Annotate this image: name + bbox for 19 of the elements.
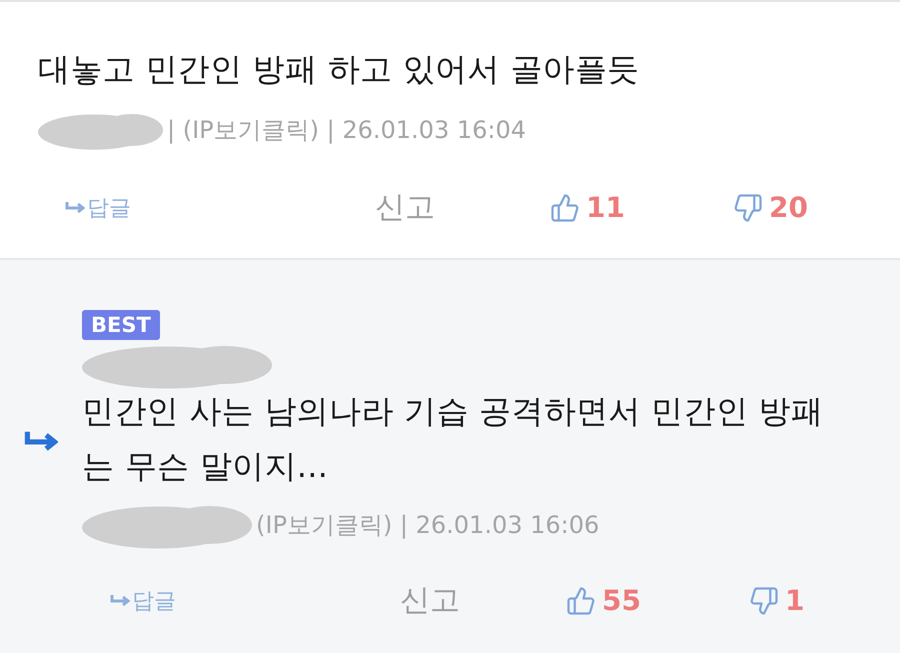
report-button[interactable]: 신고 xyxy=(375,187,435,228)
comment-text: 대놓고 민간인 방패 하고 있어서 골아플듯 xyxy=(38,49,640,90)
report-button[interactable]: 신고 xyxy=(400,580,460,621)
comment-meta: | (IP보기클릭) | 26.01.03 16:04 xyxy=(167,115,526,146)
reply-arrow-icon xyxy=(65,200,85,214)
reply-arrow-icon xyxy=(110,594,130,608)
thumbs-down-icon xyxy=(749,586,779,616)
dislike-button[interactable]: 1 xyxy=(749,584,900,617)
thumbs-up-icon xyxy=(566,586,596,616)
reply-button[interactable]: 답글 xyxy=(110,586,400,616)
reply-button[interactable]: 답글 xyxy=(65,192,375,222)
thumbs-down-icon xyxy=(733,192,763,222)
like-button[interactable]: 11 xyxy=(550,191,733,224)
comment-meta: (IP보기클릭) | 26.01.03 16:06 xyxy=(256,510,600,541)
comment-text: 민간인 사는 남의나라 기습 공격하면서 민간인 방패는 무슨 말이지... xyxy=(82,391,824,487)
best-badge: BEST xyxy=(82,310,160,340)
dislike-button[interactable]: 20 xyxy=(733,191,900,224)
like-button[interactable]: 55 xyxy=(566,584,749,617)
thumbs-up-icon xyxy=(550,192,580,222)
